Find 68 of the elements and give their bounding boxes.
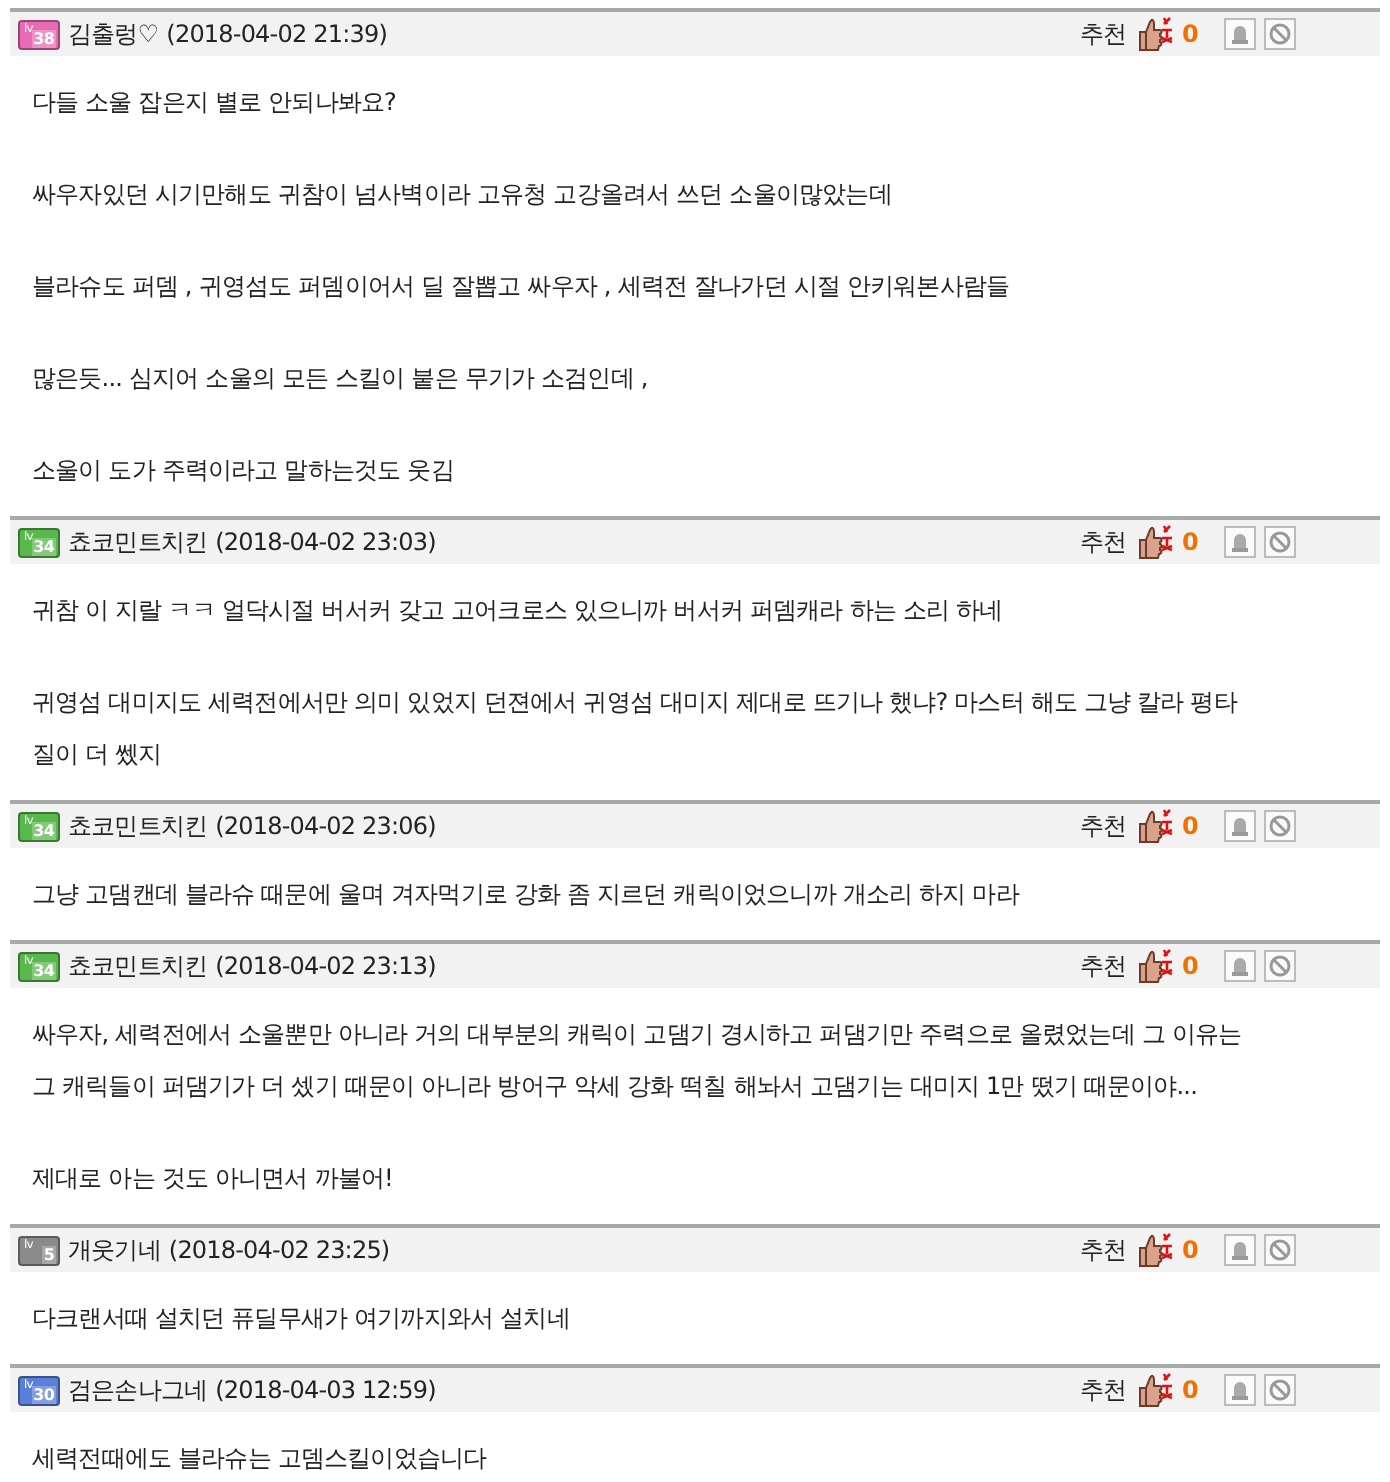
block-button[interactable]	[1264, 810, 1296, 842]
siren-icon	[1228, 814, 1252, 838]
thumbs-up-icon[interactable]	[1134, 946, 1175, 986]
comment-text: 질이 더 쎘지	[32, 738, 164, 772]
comment-text: 제대로 아는 것도 아니면서 까불어!	[32, 1162, 395, 1196]
block-icon	[1268, 814, 1292, 838]
comment-time: (2018-04-02 23:06)	[215, 810, 436, 844]
recommend-count: 0	[1182, 1374, 1198, 1408]
recommend-label: 추천	[1079, 1234, 1127, 1268]
comment-time: (2018-04-03 12:59)	[215, 1374, 436, 1408]
comment-text: 다크랜서때 설치던 퓨딜무새가 여기까지와서 설치네	[32, 1302, 572, 1336]
block-icon	[1268, 22, 1292, 46]
block-button[interactable]	[1264, 18, 1296, 50]
comment-text: 그냥 고댐캔데 블라슈 때문에 울며 겨자먹기로 강화 좀 지르던 캐릭이었으니까 개소리 하지 마라	[32, 878, 1022, 912]
comment-time: (2018-04-02 23:03)	[215, 526, 436, 560]
thumbs-up-icon[interactable]	[1134, 1230, 1175, 1270]
recommend-label: 추천	[1079, 950, 1127, 984]
block-button[interactable]	[1264, 1374, 1296, 1406]
thumbs-up-icon[interactable]	[1134, 14, 1175, 54]
recommend-count: 0	[1182, 18, 1198, 52]
comment-text: 그 캐릭들이 퍼댐기가 더 셌기 때문이 아니라 방어구 악세 강화 떡칠 해놔서 고댐기는 대미지 1만 떴기 때문이야...	[32, 1070, 1200, 1104]
report-button[interactable]	[1224, 18, 1256, 50]
comment-text: 싸우자있던 시기만해도 귀참이 넘사벽이라 고유청 고강올려서 쓰던 소울이많았는데	[32, 178, 894, 212]
comment-text: 귀영섬 대미지도 세력전에서만 의미 있었지 던젼에서 귀영섬 대미지 제대로 뜨기나 했냐? 마스터 해도 그냥 칼라 평타	[32, 686, 1240, 720]
siren-icon	[1228, 530, 1252, 554]
report-button[interactable]	[1224, 526, 1256, 558]
comment-text: 많은듯... 심지어 소울의 모든 스킬이 붙은 무기가 소검인데 ,	[32, 362, 650, 396]
block-button[interactable]	[1264, 1234, 1296, 1266]
comment-time: (2018-04-02 21:39)	[166, 18, 387, 52]
block-icon	[1268, 530, 1292, 554]
author-name[interactable]: 쵸코민트치킨	[68, 524, 208, 560]
siren-icon	[1228, 1238, 1252, 1262]
recommend-label: 추천	[1079, 1374, 1127, 1408]
recommend-count: 0	[1182, 810, 1198, 844]
report-button[interactable]	[1224, 1374, 1256, 1406]
comment-time: (2018-04-02 23:13)	[215, 950, 436, 984]
recommend-count: 0	[1182, 526, 1198, 560]
block-button[interactable]	[1264, 950, 1296, 982]
author-name[interactable]: 김출렁♡	[68, 16, 159, 52]
report-button[interactable]	[1224, 810, 1256, 842]
author-name[interactable]: 쵸코민트치킨	[68, 948, 208, 984]
recommend-label: 추천	[1079, 810, 1127, 844]
report-button[interactable]	[1224, 1234, 1256, 1266]
recommend-label: 추천	[1079, 526, 1127, 560]
author-name[interactable]: 검은손나그네	[68, 1372, 208, 1408]
recommend-label: 추천	[1079, 18, 1127, 52]
comment-text: 싸우자, 세력전에서 소울뿐만 아니라 거의 대부분의 캐릭이 고댐기 경시하고 퍼댐기만 주력으로 올렸었는데 그 이유는	[32, 1018, 1244, 1052]
author-name[interactable]: 쵸코민트치킨	[68, 808, 208, 844]
siren-icon	[1228, 954, 1252, 978]
comment-text: 소울이 도가 주력이라고 말하는것도 웃김	[32, 454, 456, 488]
report-button[interactable]	[1224, 950, 1256, 982]
thumbs-up-icon[interactable]	[1134, 522, 1175, 562]
comment-time: (2018-04-02 23:25)	[168, 1234, 390, 1268]
recommend-count: 0	[1182, 1234, 1198, 1268]
siren-icon	[1228, 1378, 1252, 1402]
block-button[interactable]	[1264, 526, 1296, 558]
comment-text: 세력전때에도 블라슈는 고뎀스킬이었습니다	[32, 1442, 489, 1476]
block-icon	[1268, 954, 1292, 978]
thumbs-up-icon[interactable]	[1134, 1370, 1175, 1410]
comment-text: 다들 소울 잡은지 별로 안되나봐요?	[32, 86, 399, 120]
block-icon	[1268, 1238, 1292, 1262]
comment-text: 귀참 이 지랄 ㅋㅋ 얼닥시절 버서커 갖고 고어크로스 있으니까 버서커 퍼뎀캐라 하는 소리 하네	[32, 594, 1005, 628]
siren-icon	[1228, 22, 1252, 46]
block-icon	[1268, 1378, 1292, 1402]
recommend-count: 0	[1182, 950, 1198, 984]
comment-text: 블라슈도 퍼뎀 , 귀영섬도 퍼뎀이어서 딜 잘뽑고 싸우자 , 세력전 잘나가던 시절 안키워본사람들	[32, 270, 1012, 304]
author-name[interactable]: 개웃기네	[68, 1232, 161, 1268]
thumbs-up-icon[interactable]	[1134, 806, 1175, 846]
